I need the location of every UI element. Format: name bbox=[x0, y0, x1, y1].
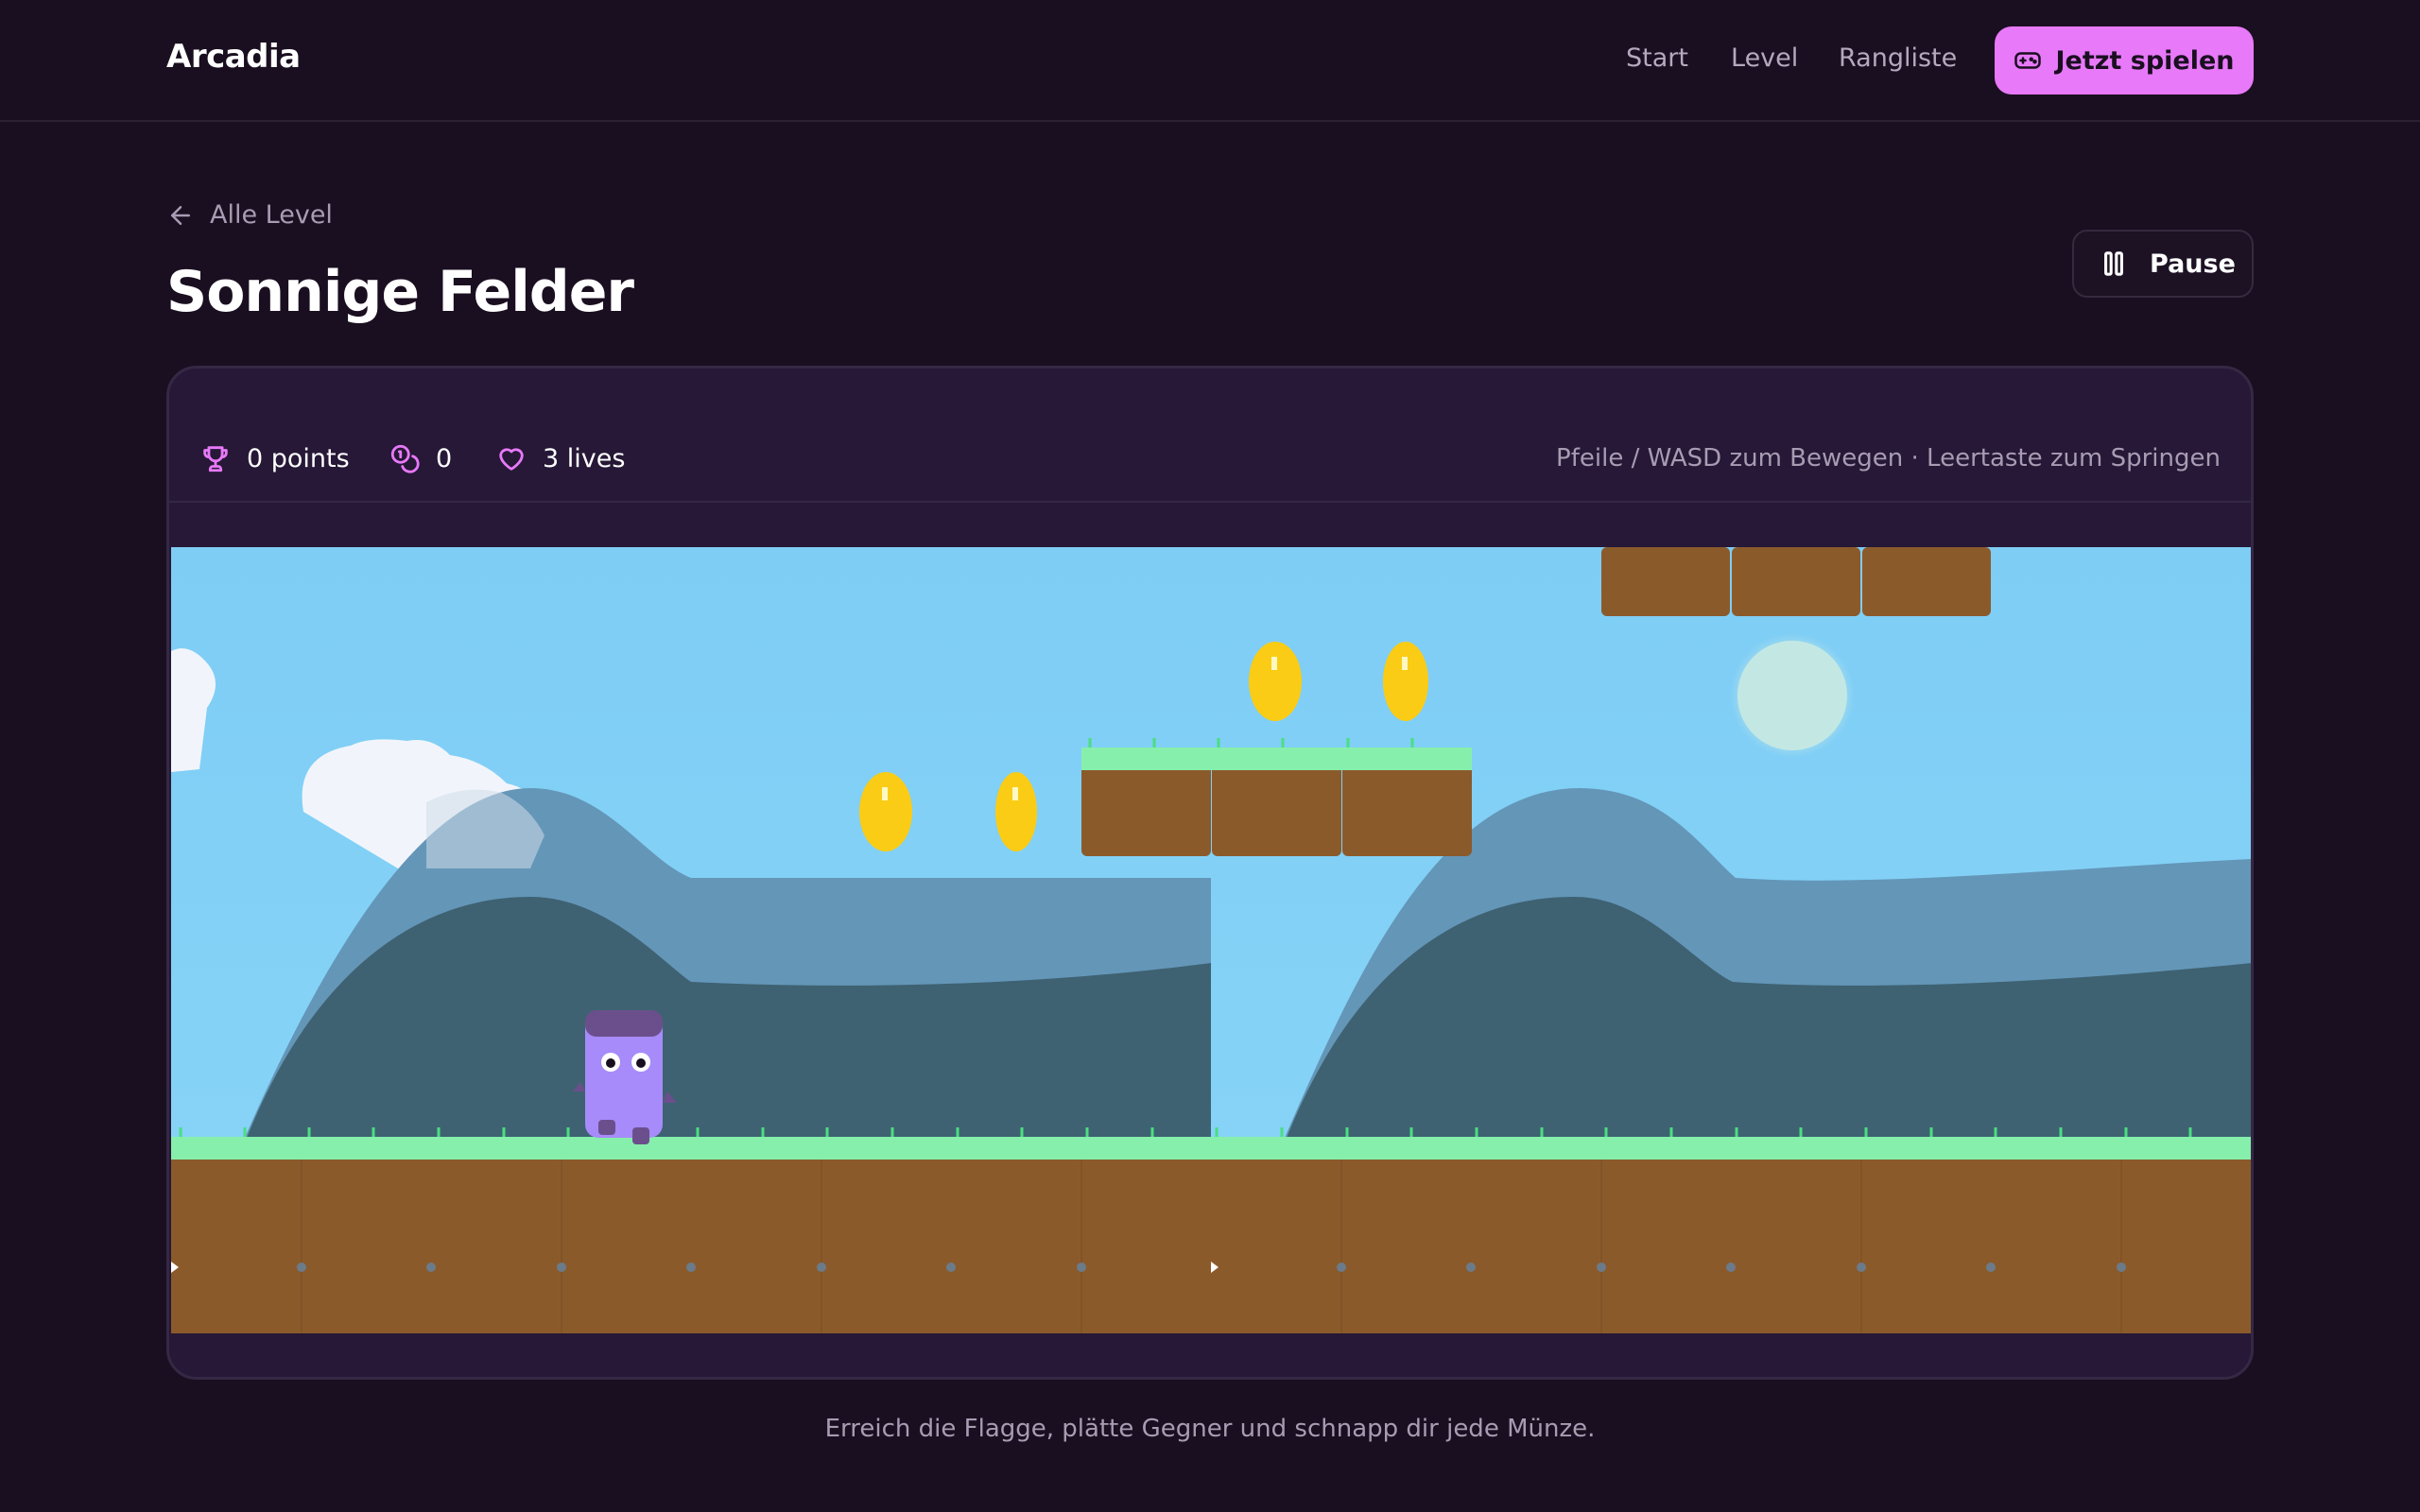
trophy-icon bbox=[203, 446, 228, 472]
play-now-button[interactable]: Jetzt spielen bbox=[1995, 26, 2254, 94]
level-caption: Erreich die Flagge, plätte Gegner und sc… bbox=[824, 1415, 1596, 1443]
game-canvas[interactable] bbox=[171, 547, 2251, 1333]
coins-stat: 0 bbox=[389, 442, 452, 474]
coin bbox=[859, 772, 912, 851]
back-link-label: Alle Level bbox=[210, 200, 333, 230]
ceiling-block bbox=[1601, 547, 1991, 616]
heart-icon bbox=[499, 448, 524, 471]
coin bbox=[995, 772, 1037, 851]
pause-label: Pause bbox=[2150, 249, 2236, 279]
nav-link-rangliste[interactable]: Rangliste bbox=[1839, 43, 1957, 73]
pause-icon bbox=[2104, 251, 2123, 276]
page-title: Sonnige Felder bbox=[166, 259, 634, 325]
brand-logo[interactable]: Arcadia bbox=[166, 38, 301, 76]
back-link[interactable]: Alle Level bbox=[166, 200, 333, 230]
coin bbox=[1249, 642, 1302, 721]
coins-icon bbox=[390, 444, 420, 473]
points-stat: 0 points bbox=[199, 442, 350, 474]
play-now-label: Jetzt spielen bbox=[2055, 45, 2235, 76]
player-character bbox=[573, 1010, 677, 1144]
controls-hint: Pfeile / WASD zum Bewegen · Leertaste zu… bbox=[1556, 444, 2221, 472]
lives-stat: 3 lives bbox=[495, 442, 625, 474]
gamepad-icon bbox=[2014, 52, 2042, 69]
nav-link-start[interactable]: Start bbox=[1626, 43, 1688, 73]
lives-value: 3 lives bbox=[543, 443, 626, 473]
arrow-left-icon bbox=[171, 205, 190, 225]
pause-button[interactable]: Pause bbox=[2072, 230, 2254, 298]
top-navigation: Arcadia Start Level Rangliste Jetzt spie… bbox=[0, 0, 2420, 122]
game-hud: 0 points 0 3 lives Pfeile / WASD zum Bew… bbox=[169, 369, 2251, 503]
coin bbox=[1383, 642, 1428, 721]
coins-value: 0 bbox=[436, 443, 453, 473]
nav-link-level[interactable]: Level bbox=[1731, 43, 1798, 73]
ground bbox=[171, 1127, 2251, 1333]
game-card: 0 points 0 3 lives Pfeile / WASD zum Bew… bbox=[166, 366, 2254, 1380]
floating-platform bbox=[1081, 738, 1472, 856]
points-value: 0 points bbox=[247, 443, 350, 473]
